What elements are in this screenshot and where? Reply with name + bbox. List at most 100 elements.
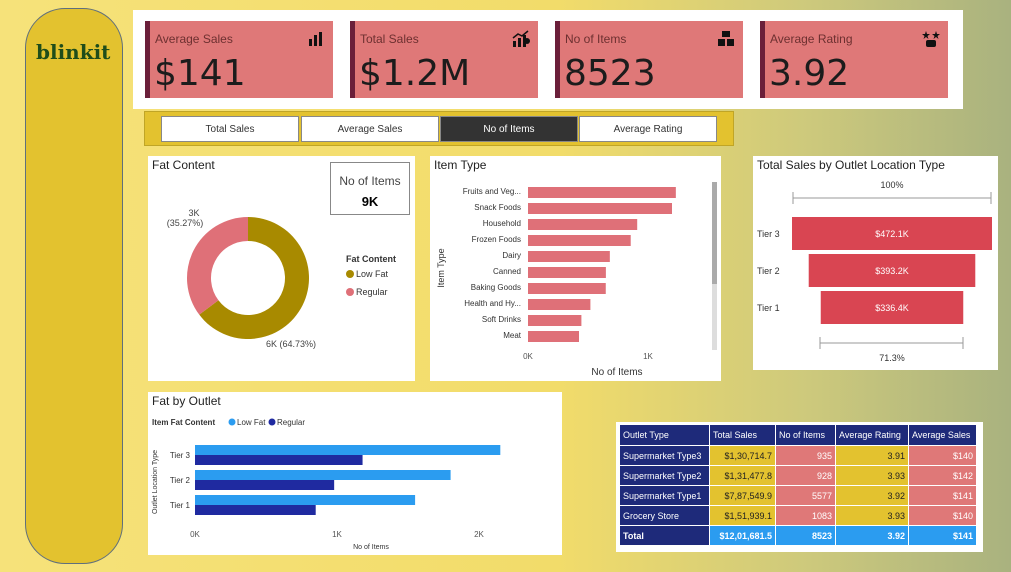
kpi-value: $141 bbox=[154, 53, 246, 94]
item-type-category-label: Canned bbox=[493, 267, 521, 276]
table-cell: 928 bbox=[775, 465, 836, 486]
legend-regular: Regular bbox=[356, 287, 388, 297]
item-type-category-label: Health and Hy... bbox=[464, 299, 521, 308]
outlet-table: Outlet Type Total Sales No of Items Aver… bbox=[619, 424, 977, 546]
table-cell: $141 bbox=[908, 485, 977, 506]
donut-legend-title: Fat Content bbox=[346, 254, 396, 264]
item-type-bar[interactable] bbox=[528, 315, 582, 326]
item-type-y-axis-label: Item Type bbox=[436, 248, 446, 287]
fat-content-card: Fat Content No of Items 9K 3K (35.27%) 6… bbox=[148, 156, 415, 381]
table-cell: $140 bbox=[908, 445, 977, 466]
fat-by-outlet-bar[interactable] bbox=[195, 445, 501, 455]
legend-low-fat-marker bbox=[228, 418, 236, 426]
legend-regular-marker bbox=[346, 288, 354, 296]
kpi-label: Average Rating bbox=[770, 32, 853, 46]
bar-chart-icon bbox=[309, 32, 322, 46]
fat-by-outlet-bar[interactable] bbox=[195, 480, 335, 490]
funnel-bottom-pct: 71.3% bbox=[879, 353, 905, 363]
funnel-value-label: $472.1K bbox=[875, 229, 909, 239]
item-type-category-label: Frozen Foods bbox=[472, 235, 521, 244]
table-cell: 1083 bbox=[775, 505, 836, 526]
item-type-bar[interactable] bbox=[528, 219, 638, 230]
column-header[interactable]: Average Rating bbox=[835, 424, 909, 446]
item-type-bar[interactable] bbox=[528, 203, 672, 214]
fat-by-outlet-bar[interactable] bbox=[195, 505, 316, 515]
slicer-no-of-items[interactable]: No of Items bbox=[440, 116, 578, 142]
table-row: Grocery Store $1,51,939.1 1083 3.93 $140 bbox=[619, 505, 977, 526]
item-type-bar[interactable] bbox=[528, 187, 676, 198]
item-type-category-label: Fruits and Veg... bbox=[463, 187, 521, 196]
item-type-category-label: Household bbox=[483, 219, 521, 228]
fat-by-outlet-bar[interactable] bbox=[195, 470, 451, 480]
legend-low-fat: Low Fat bbox=[237, 418, 266, 427]
fat-by-outlet-legend-title: Item Fat Content bbox=[152, 418, 215, 427]
fat-by-outlet-bar[interactable] bbox=[195, 455, 363, 465]
fat-by-outlet-x-tick: 1K bbox=[332, 530, 342, 539]
slicer-average-sales[interactable]: Average Sales bbox=[301, 116, 439, 142]
item-type-category-label: Snack Foods bbox=[474, 203, 521, 212]
item-type-card: Item Type Fruits and Veg... Snack Foods Ho… bbox=[430, 156, 721, 381]
column-header[interactable]: No of Items bbox=[775, 424, 836, 446]
outlet-type-table: Outlet Type Total Sales No of Items Aver… bbox=[616, 422, 983, 552]
kpi-value: 3.92 bbox=[769, 53, 850, 94]
table-cell: Supermarket Type2 bbox=[619, 465, 710, 486]
table-cell: 935 bbox=[775, 445, 836, 466]
slicer-average-rating[interactable]: Average Rating bbox=[579, 116, 717, 142]
slicer-total-sales[interactable]: Total Sales bbox=[161, 116, 299, 142]
funnel-value-label: $393.2K bbox=[875, 266, 909, 276]
kpi-label: Total Sales bbox=[360, 32, 419, 46]
rating-hands-icon bbox=[922, 31, 940, 47]
fat-content-donut-chart: 3K (35.27%) 6K (64.73%) Fat Content Low … bbox=[167, 208, 396, 349]
funnel-category-label: Tier 1 bbox=[757, 303, 780, 313]
item-type-category-label: Baking Goods bbox=[471, 283, 521, 292]
legend-low-fat-marker bbox=[346, 270, 354, 278]
column-header[interactable]: Total Sales bbox=[709, 424, 776, 446]
fat-by-outlet-x-axis-label: No of Items bbox=[353, 544, 389, 551]
legend-regular-marker bbox=[268, 418, 276, 426]
table-cell: Total bbox=[619, 525, 710, 546]
table-row: Supermarket Type2 $1,31,477.8 928 3.93 $… bbox=[619, 465, 977, 486]
donut-slice-regular[interactable] bbox=[187, 217, 248, 315]
funnel-top-pct: 100% bbox=[880, 180, 903, 190]
item-type-bar[interactable] bbox=[528, 331, 579, 342]
column-header[interactable]: Average Sales bbox=[908, 424, 977, 446]
kpi-average-sales: Average Sales $141 bbox=[145, 21, 333, 98]
kpi-total-sales: Total Sales $1.2M bbox=[350, 21, 538, 98]
table-cell: $7,87,549.9 bbox=[709, 485, 776, 506]
item-type-scrollbar-thumb[interactable] bbox=[712, 182, 717, 284]
legend-low-fat: Low Fat bbox=[356, 269, 389, 279]
item-type-category-label: Soft Drinks bbox=[482, 315, 521, 324]
funnel-value-label: $336.4K bbox=[875, 303, 909, 313]
table-cell: $1,30,714.7 bbox=[709, 445, 776, 466]
table-cell: 3.93 bbox=[835, 465, 909, 486]
fat-by-outlet-bar[interactable] bbox=[195, 495, 416, 505]
outlet-location-card: Total Sales by Outlet Location Type 100%… bbox=[753, 156, 998, 370]
fat-by-outlet-x-tick: 2K bbox=[474, 530, 484, 539]
legend-regular: Regular bbox=[277, 418, 305, 427]
table-row: Supermarket Type3 $1,30,714.7 935 3.91 $… bbox=[619, 445, 977, 466]
low-fat-data-label: 6K (64.73%) bbox=[266, 339, 316, 349]
kpi-value: $1.2M bbox=[359, 53, 471, 94]
sidebar bbox=[25, 8, 123, 564]
item-type-bar[interactable] bbox=[528, 283, 606, 294]
item-type-bar[interactable] bbox=[528, 267, 606, 278]
item-type-x-axis-label: No of Items bbox=[591, 367, 642, 378]
item-type-bar[interactable] bbox=[528, 299, 591, 310]
item-type-x-tick: 0K bbox=[523, 352, 533, 361]
item-type-bar[interactable] bbox=[528, 235, 631, 246]
table-cell: 3.92 bbox=[835, 525, 909, 546]
fat-by-outlet-x-tick: 0K bbox=[190, 530, 200, 539]
column-header[interactable]: Outlet Type bbox=[619, 424, 710, 446]
regular-data-label-pct: (35.27%) bbox=[167, 218, 204, 228]
metric-slicer: Total Sales Average Sales No of Items Av… bbox=[144, 111, 734, 146]
table-cell: Supermarket Type3 bbox=[619, 445, 710, 466]
table-cell: 3.92 bbox=[835, 485, 909, 506]
outlet-location-funnel-chart: 100% $472.1K Tier 3 $393.2K Tier 2 $336.4K Ti… bbox=[757, 180, 992, 363]
brand-logo: blinkit bbox=[36, 40, 111, 64]
item-type-category-label: Dairy bbox=[502, 251, 521, 260]
funnel-category-label: Tier 2 bbox=[757, 266, 780, 276]
kpi-no-of-items: No of Items 8523 bbox=[555, 21, 743, 98]
fat-by-outlet-y-axis-label: Outlet Location Type bbox=[152, 450, 159, 514]
item-type-bar[interactable] bbox=[528, 251, 610, 262]
item-type-x-tick: 1K bbox=[643, 352, 653, 361]
